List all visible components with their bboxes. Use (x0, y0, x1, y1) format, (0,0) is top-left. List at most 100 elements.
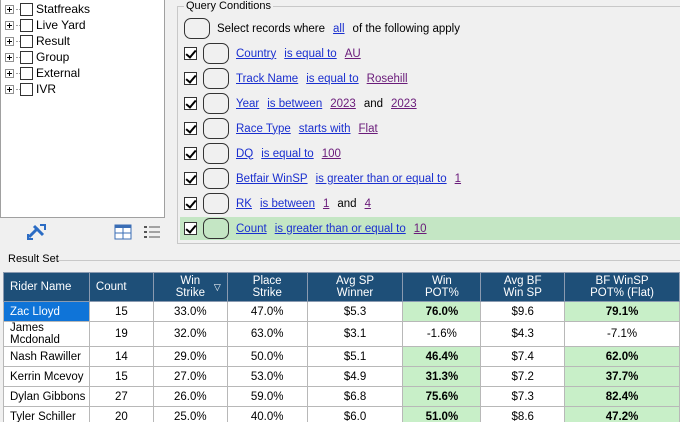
condition-value2-link[interactable]: 4 (365, 198, 371, 210)
condition-field-link[interactable]: DQ (236, 148, 253, 160)
cell-count[interactable]: 15 (88, 301, 154, 322)
condition-row-betfair-winsp[interactable]: Betfair WinSP is greater than or equal t… (180, 167, 680, 190)
cell-avg-sp[interactable]: $5.1 (306, 346, 404, 367)
condition-operator-link[interactable]: is greater than or equal to (316, 173, 447, 185)
column-header-win-pot[interactable]: Win POT% (402, 272, 482, 302)
cell-rider-name[interactable]: Kerrin Mcevoy (3, 366, 90, 387)
condition-value2-link[interactable]: 2023 (391, 98, 417, 110)
column-header-avg-bf-win-sp[interactable]: Avg BF Win SP (480, 272, 566, 302)
group-toggle-button[interactable] (184, 18, 210, 39)
tree-item-external[interactable]: External (5, 66, 80, 80)
grid-layout-icon[interactable] (114, 224, 132, 240)
condition-field-link[interactable]: RK (236, 198, 252, 210)
cell-place-strike[interactable]: 59.0% (226, 386, 308, 407)
cell-place-strike[interactable]: 40.0% (226, 406, 308, 422)
condition-checkbox[interactable] (184, 222, 197, 235)
column-header-count[interactable]: Count (88, 272, 154, 302)
cell-win-strike[interactable]: 27.0% (152, 366, 228, 387)
condition-value-link[interactable]: 1 (323, 198, 329, 210)
condition-operator-link[interactable]: starts with (299, 123, 351, 135)
clear-selection-icon[interactable] (26, 223, 48, 241)
condition-checkbox[interactable] (184, 72, 197, 85)
condition-checkbox[interactable] (184, 122, 197, 135)
condition-row-dq[interactable]: DQ is equal to 100 (180, 142, 680, 165)
condition-field-link[interactable]: Year (236, 98, 259, 110)
cell-avg-sp[interactable]: $6.0 (306, 406, 404, 422)
cell-win-strike[interactable]: 33.0% (152, 301, 228, 322)
condition-checkbox[interactable] (184, 172, 197, 185)
cell-count[interactable]: 20 (88, 406, 154, 422)
condition-field-link[interactable]: Count (236, 223, 267, 235)
expand-icon[interactable] (5, 52, 14, 62)
expand-icon[interactable] (5, 68, 14, 78)
cell-bf-pot[interactable]: 79.1% (564, 301, 680, 322)
condition-value-link[interactable]: 1 (455, 173, 461, 185)
cell-count[interactable]: 27 (88, 386, 154, 407)
condition-value-link[interactable]: 100 (322, 148, 341, 160)
cell-bf-pot[interactable]: 47.2% (564, 406, 680, 422)
expand-icon[interactable] (5, 4, 14, 14)
expand-icon[interactable] (5, 84, 14, 94)
cell-place-strike[interactable]: 50.0% (226, 346, 308, 367)
condition-row-track-name[interactable]: Track Name is equal to Rosehill (180, 67, 680, 90)
cell-rider-name[interactable]: Tyler Schiller (3, 406, 90, 422)
cell-avg-bf[interactable]: $7.2 (480, 366, 566, 387)
list-view-icon[interactable] (143, 224, 161, 240)
tree-item-live-yard[interactable]: Live Yard (5, 18, 86, 32)
match-mode-link[interactable]: all (333, 23, 345, 35)
condition-value-link[interactable]: Rosehill (367, 73, 408, 85)
condition-row-year[interactable]: Year is between 2023 and 2023 (180, 92, 680, 115)
cell-rider-name[interactable]: Zac Lloyd (3, 301, 90, 322)
cell-avg-sp[interactable]: $5.3 (306, 301, 404, 322)
cell-win-pot[interactable]: 31.3% (402, 366, 482, 387)
condition-checkbox[interactable] (184, 47, 197, 60)
condition-handle-button[interactable] (203, 168, 229, 189)
cell-avg-bf[interactable]: $8.6 (480, 406, 566, 422)
condition-handle-button[interactable] (203, 118, 229, 139)
condition-operator-link[interactable]: is equal to (284, 48, 336, 60)
cell-avg-bf[interactable]: $7.3 (480, 386, 566, 407)
condition-handle-button[interactable] (203, 218, 229, 239)
cell-win-pot[interactable]: -1.6% (402, 321, 482, 347)
cell-avg-sp[interactable]: $3.1 (306, 321, 404, 347)
cell-avg-sp[interactable]: $4.9 (306, 366, 404, 387)
cell-place-strike[interactable]: 63.0% (226, 321, 308, 347)
column-header-bf-winsp-pot[interactable]: BF WinSP POT% (Flat) (564, 272, 680, 302)
table-row[interactable]: Kerrin Mcevoy 15 27.0% 53.0% $4.9 31.3% $7.2 37… (3, 366, 680, 387)
tree-checkbox[interactable] (20, 50, 33, 64)
condition-field-link[interactable]: Race Type (236, 123, 291, 135)
condition-value-link[interactable]: Flat (359, 123, 378, 135)
condition-handle-button[interactable] (203, 43, 229, 64)
tree-item-result[interactable]: Result (5, 34, 70, 48)
condition-handle-button[interactable] (203, 93, 229, 114)
condition-field-link[interactable]: Track Name (236, 73, 298, 85)
cell-count[interactable]: 19 (88, 321, 154, 347)
tree-checkbox[interactable] (20, 18, 33, 32)
cell-bf-pot[interactable]: 62.0% (564, 346, 680, 367)
table-row[interactable]: Dylan Gibbons 27 26.0% 59.0% $6.8 75.6% $7.3 82… (3, 386, 680, 407)
cell-win-strike[interactable]: 32.0% (152, 321, 228, 347)
table-row[interactable]: Tyler Schiller 20 25.0% 40.0% $6.0 51.0% $8.6 4… (3, 406, 680, 422)
condition-operator-link[interactable]: is greater than or equal to (275, 223, 406, 235)
cell-win-pot[interactable]: 51.0% (402, 406, 482, 422)
tree-checkbox[interactable] (20, 82, 33, 96)
cell-rider-name[interactable]: James Mcdonald (3, 321, 90, 347)
condition-row-country[interactable]: Country is equal to AU (180, 42, 680, 65)
tree-checkbox[interactable] (20, 34, 33, 48)
condition-row-race-type[interactable]: Race Type starts with Flat (180, 117, 680, 140)
tree-item-statfreaks[interactable]: Statfreaks (5, 2, 90, 16)
condition-operator-link[interactable]: is equal to (306, 73, 358, 85)
expand-icon[interactable] (5, 20, 14, 30)
table-row[interactable]: Nash Rawiller 14 29.0% 50.0% $5.1 46.4% $7.4 62… (3, 346, 680, 367)
column-header-rider-name[interactable]: Rider Name (3, 272, 90, 302)
cell-win-pot[interactable]: 75.6% (402, 386, 482, 407)
cell-win-strike[interactable]: 29.0% (152, 346, 228, 367)
cell-avg-bf[interactable]: $7.4 (480, 346, 566, 367)
cell-bf-pot[interactable]: 82.4% (564, 386, 680, 407)
tree-checkbox[interactable] (20, 2, 33, 16)
cell-bf-pot[interactable]: 37.7% (564, 366, 680, 387)
cell-bf-pot[interactable]: -7.1% (564, 321, 680, 347)
column-header-place-strike[interactable]: Place Strike (226, 272, 308, 302)
condition-field-link[interactable]: Country (236, 48, 276, 60)
column-header-avg-sp-winner[interactable]: Avg SP Winner (306, 272, 404, 302)
